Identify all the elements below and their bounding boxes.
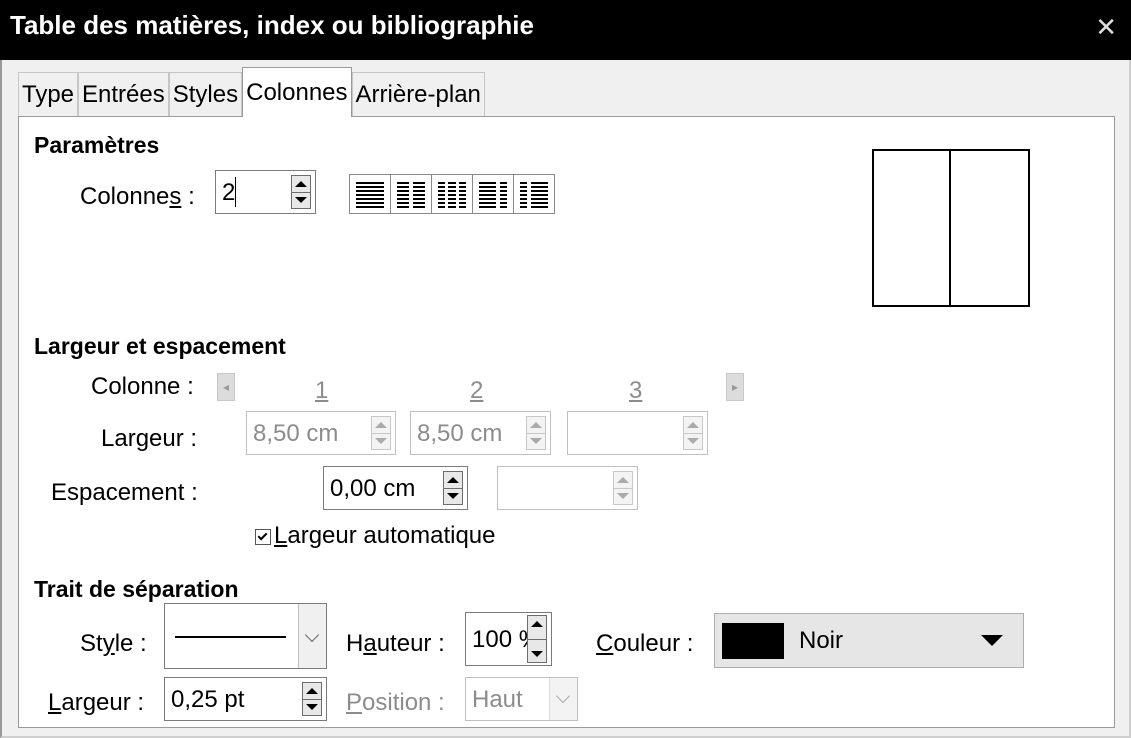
checkmark-icon bbox=[257, 530, 268, 541]
position-label: Position : bbox=[346, 689, 445, 716]
auto-width-checkbox[interactable] bbox=[255, 529, 271, 545]
columns-count-stepper[interactable]: 2 bbox=[215, 170, 316, 214]
width-column-1-field[interactable]: 8,50 cm bbox=[246, 411, 396, 455]
section-separateur-title: Trait de séparation bbox=[34, 576, 239, 602]
position-select[interactable]: Haut bbox=[465, 677, 578, 721]
line-width-spin[interactable] bbox=[302, 682, 322, 716]
section-largeur-espacement-title: Largeur et espacement bbox=[34, 333, 286, 359]
left-wide-columns-icon[interactable] bbox=[472, 174, 514, 214]
right-wide-columns-icon[interactable] bbox=[513, 174, 555, 214]
tab-entrees[interactable]: Entrées bbox=[78, 72, 169, 116]
color-picker-button[interactable]: Noir bbox=[714, 613, 1024, 668]
text-caret bbox=[235, 177, 236, 207]
colonnes-label: Colonnes : bbox=[80, 183, 195, 210]
tab-styles[interactable]: Styles bbox=[168, 72, 243, 116]
width-column-1-spin[interactable] bbox=[371, 416, 391, 450]
tab-type[interactable]: Type bbox=[18, 72, 79, 116]
height-stepper[interactable]: 100 % bbox=[465, 612, 552, 666]
width-column-3-field[interactable] bbox=[567, 411, 708, 455]
spacing-2-spin[interactable] bbox=[613, 471, 633, 505]
columns-count-spin[interactable] bbox=[291, 175, 311, 209]
columns-count-value: 2 bbox=[222, 179, 236, 206]
one-column-icon[interactable] bbox=[349, 174, 391, 214]
espacement-label: Espacement : bbox=[51, 479, 198, 506]
tab-arriere-plan[interactable]: Arrière-plan bbox=[351, 72, 485, 116]
line-width-stepper[interactable]: 0,25 pt bbox=[164, 677, 327, 721]
window-title: Table des matières, index ou bibliograph… bbox=[10, 10, 534, 40]
line-width-label: Largeur : bbox=[48, 689, 145, 716]
largeur-label: Largeur : bbox=[101, 425, 198, 452]
tab-colonnes[interactable]: Colonnes bbox=[242, 67, 352, 117]
couleur-label: Couleur : bbox=[596, 630, 694, 657]
height-spin[interactable] bbox=[527, 615, 547, 663]
chevron-down-icon[interactable] bbox=[298, 604, 326, 668]
prev-column-arrow-icon[interactable]: ◂ bbox=[217, 373, 235, 401]
dropdown-triangle-icon bbox=[981, 635, 1003, 646]
column-number-1: 1 bbox=[315, 377, 329, 404]
color-name: Noir bbox=[799, 627, 844, 654]
colonne-label: Colonne : bbox=[91, 373, 194, 400]
two-columns-icon[interactable] bbox=[390, 174, 432, 214]
section-parametres-title: Paramètres bbox=[34, 132, 160, 158]
chevron-down-icon[interactable] bbox=[549, 678, 577, 720]
columns-preview bbox=[872, 149, 1030, 307]
next-column-arrow-icon[interactable]: ▸ bbox=[726, 373, 744, 401]
column-number-3: 3 bbox=[629, 377, 643, 404]
three-columns-icon[interactable] bbox=[431, 174, 473, 214]
color-swatch bbox=[722, 623, 784, 659]
spacing-field-2[interactable] bbox=[497, 466, 638, 510]
column-layout-buttons bbox=[349, 174, 555, 214]
width-column-2-field[interactable]: 8,50 cm bbox=[410, 411, 551, 455]
column-number-2: 2 bbox=[470, 377, 484, 404]
close-icon[interactable]: ✕ bbox=[1095, 12, 1117, 43]
auto-width-label[interactable]: Largeur automatique bbox=[274, 522, 496, 550]
spacing-spin[interactable] bbox=[443, 471, 463, 505]
spacing-field[interactable]: 0,00 cm bbox=[323, 466, 468, 510]
tab-bar: Type Entrées Styles Colonnes Arrière-pla… bbox=[18, 67, 485, 117]
width-column-2-spin[interactable] bbox=[526, 416, 546, 450]
separator-style-combo[interactable] bbox=[164, 603, 327, 669]
style-label: Style : bbox=[80, 630, 147, 657]
preview-column-separator bbox=[949, 151, 951, 305]
hauteur-label: Hauteur : bbox=[346, 630, 445, 657]
title-bar: Table des matières, index ou bibliograph… bbox=[0, 0, 1131, 60]
solid-line-preview bbox=[175, 636, 286, 638]
width-column-3-spin[interactable] bbox=[683, 416, 703, 450]
